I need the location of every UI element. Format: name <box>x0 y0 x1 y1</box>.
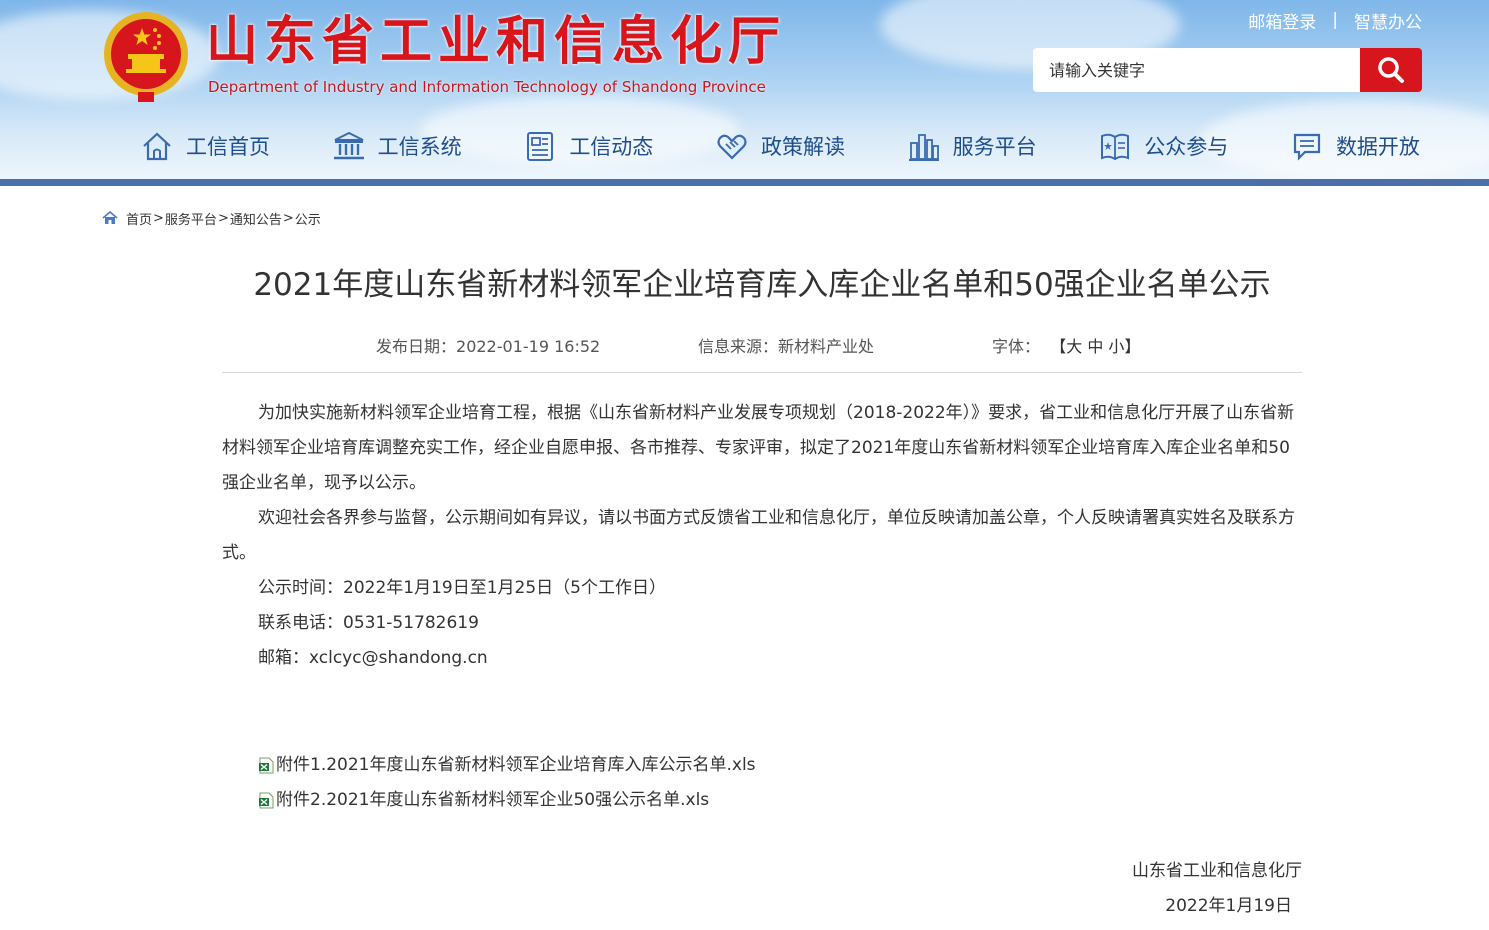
nav-label: 公众参与 <box>1144 135 1229 159</box>
breadcrumb-notices[interactable]: 通知公告 <box>230 209 282 228</box>
header-divider <box>0 179 1489 186</box>
city-icon <box>908 134 939 161</box>
article-body: 为加快实施新材料领军企业培育工程，根据《山东省新材料产业发展专项规划（2018-… <box>222 396 1302 676</box>
book-icon <box>1101 133 1130 161</box>
article-signature: 山东省工业和信息化厅 2022年1月19日 <box>1000 854 1302 924</box>
signature-organization: 山东省工业和信息化厅 <box>1132 861 1302 881</box>
nav-item-system[interactable]: 工信系统 <box>332 122 462 170</box>
font-size-large-button[interactable]: 大 <box>1066 337 1082 356</box>
mail-login-link[interactable]: 邮箱登录 <box>1248 8 1316 33</box>
body-paragraph: 为加快实施新材料领军企业培育工程，根据《山东省新材料产业发展专项规划（2018-… <box>222 403 1295 493</box>
nav-label: 工信系统 <box>377 135 462 159</box>
breadcrumb-separator: > <box>153 210 164 226</box>
home-icon <box>143 132 171 161</box>
info-source-value: 新材料产业处 <box>778 337 875 356</box>
breadcrumb-separator: > <box>282 210 294 226</box>
top-links-separator: | <box>1332 10 1338 30</box>
nav-label: 服务平台 <box>952 135 1037 159</box>
site-title-chinese: 山东省工业和信息化厅 <box>206 11 787 72</box>
nav-item-data[interactable]: 数据开放 <box>1290 122 1420 170</box>
nav-item-public[interactable]: 公众参与 <box>1098 122 1228 170</box>
font-size-bracket-close: 】 <box>1124 337 1141 356</box>
attachment-link[interactable]: 附件2.2021年度山东省新材料领军企业50强公示名单.xls <box>258 783 958 818</box>
breadcrumb-home[interactable]: 首页 <box>126 209 152 228</box>
font-size-small-button[interactable]: 小 <box>1108 337 1124 356</box>
nav-label: 工信首页 <box>186 135 270 159</box>
national-emblem-icon <box>104 12 188 102</box>
nav-label: 工信动态 <box>569 135 654 159</box>
meta-divider <box>222 372 1302 373</box>
breadcrumb-announcement[interactable]: 公示 <box>295 209 321 228</box>
breadcrumb-service-platform[interactable]: 服务平台 <box>165 209 217 228</box>
publish-date-label: 发布日期： <box>376 337 457 356</box>
site-header: 山东省工业和信息化厅 Department of Industry and In… <box>0 0 1489 186</box>
excel-file-icon <box>259 792 274 809</box>
handshake-icon <box>717 134 747 160</box>
announcement-period: 公示时间：2022年1月19日至1月25日（5个工作日） <box>258 578 666 598</box>
attachment-name: 附件1.2021年度山东省新材料领军企业培育库入库公示名单.xls <box>276 755 756 775</box>
nav-item-news[interactable]: 工信动态 <box>523 122 653 170</box>
attachment-link[interactable]: 附件1.2021年度山东省新材料领军企业培育库入库公示名单.xls <box>258 748 958 783</box>
attachment-name: 附件2.2021年度山东省新材料领军企业50强公示名单.xls <box>276 790 710 810</box>
nav-item-home[interactable]: 工信首页 <box>140 122 270 170</box>
signature-date: 2022年1月19日 <box>1165 896 1292 916</box>
site-title-english: Department of Industry and Information T… <box>208 78 766 96</box>
search-input[interactable] <box>1033 48 1360 92</box>
font-size-bracket-open: 【 <box>1050 337 1067 356</box>
article-meta: 发布日期：2022-01-19 16:52 信息来源：新材料产业处 字体： 【大… <box>222 333 1302 357</box>
contact-phone: 联系电话：0531-51782619 <box>258 613 479 633</box>
building-icon <box>333 131 364 160</box>
publish-date-value: 2022-01-19 16:52 <box>456 337 601 356</box>
excel-file-icon <box>259 757 274 774</box>
nav-item-service[interactable]: 服务平台 <box>907 122 1037 170</box>
contact-email: 邮箱：xclcyc@shandong.cn <box>258 648 488 668</box>
search-box <box>1033 48 1422 92</box>
search-button[interactable] <box>1360 48 1422 92</box>
info-source-label: 信息来源： <box>698 337 779 356</box>
top-links: 邮箱登录 | 智慧办公 <box>1248 8 1422 33</box>
breadcrumb-separator: > <box>217 210 229 226</box>
smart-office-link[interactable]: 智慧办公 <box>1354 8 1422 33</box>
breadcrumb: 首页 > 服务平台 > 通知公告 > 公示 <box>102 208 321 228</box>
chat-icon <box>1293 133 1321 161</box>
news-icon <box>527 132 554 161</box>
nav-label: 数据开放 <box>1335 135 1420 159</box>
nav-item-policy[interactable]: 政策解读 <box>715 122 845 170</box>
body-paragraph: 欢迎社会各界参与监督，公示期间如有异议，请以书面方式反馈省工业和信息化厅，单位反… <box>222 508 1295 563</box>
main-navigation: 工信首页 工信系统 工信动态 政策解读 服务平台 公众参与 数据开放 <box>140 122 1420 170</box>
publish-date: 发布日期：2022-01-19 16:52 <box>376 333 600 357</box>
search-icon <box>1378 57 1404 83</box>
font-size-label: 字体： <box>992 337 1041 356</box>
attachments-list: 附件1.2021年度山东省新材料领军企业培育库入库公示名单.xls 附件2.20… <box>258 748 958 818</box>
nav-label: 政策解读 <box>760 135 845 159</box>
article-title: 2021年度山东省新材料领军企业培育库入库企业名单和50强企业名单公示 <box>253 267 1271 303</box>
font-size-medium-button[interactable]: 中 <box>1087 337 1103 356</box>
font-size-control: 字体： 【大 中 小】 <box>992 333 1140 357</box>
home-icon <box>102 211 118 224</box>
info-source: 信息来源：新材料产业处 <box>698 333 874 357</box>
